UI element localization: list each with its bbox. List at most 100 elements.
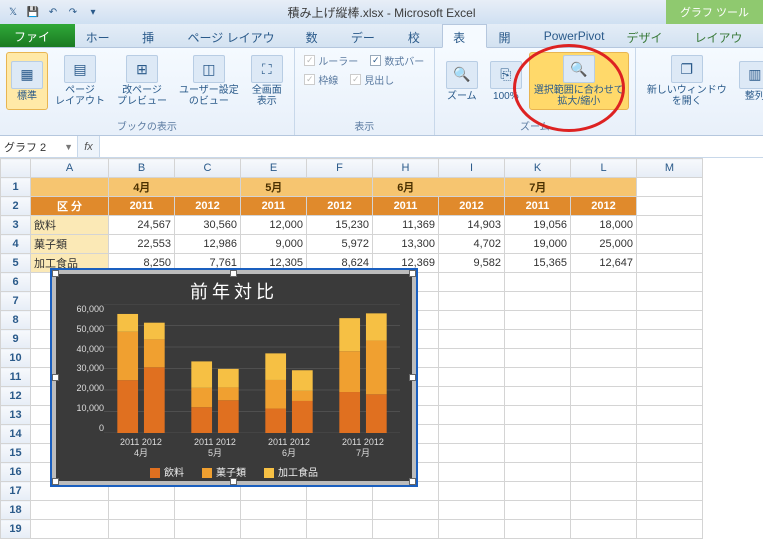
cell[interactable]	[637, 178, 703, 197]
col-header[interactable]: F	[307, 159, 373, 178]
cell[interactable]	[505, 501, 571, 520]
fx-icon[interactable]: fx	[78, 136, 100, 157]
cell[interactable]	[505, 444, 571, 463]
cell[interactable]: 24,567	[109, 216, 175, 235]
row-header[interactable]: 13	[1, 406, 31, 425]
cell[interactable]	[109, 520, 175, 539]
row-header[interactable]: 10	[1, 349, 31, 368]
cell[interactable]	[175, 501, 241, 520]
chart-legend[interactable]: 飲料 菓子類 加工食品	[56, 464, 412, 479]
col-header[interactable]: C	[175, 159, 241, 178]
row-header[interactable]: 11	[1, 368, 31, 387]
chart-title[interactable]: 前年対比	[56, 274, 412, 306]
cell[interactable]	[439, 349, 505, 368]
zoom-100-button[interactable]: ⎘100%	[485, 52, 527, 110]
cell[interactable]	[505, 387, 571, 406]
cell[interactable]	[373, 520, 439, 539]
cell[interactable]: 13,300	[373, 235, 439, 254]
cell[interactable]: 菓子類	[31, 235, 109, 254]
qat-customize-icon[interactable]: ▾	[84, 3, 102, 21]
view-normal-button[interactable]: ▦標準	[6, 52, 48, 110]
cell[interactable]	[505, 463, 571, 482]
row-header[interactable]: 1	[1, 178, 31, 197]
cell[interactable]: 9,000	[241, 235, 307, 254]
col-header[interactable]: L	[571, 159, 637, 178]
cell[interactable]: 15,230	[307, 216, 373, 235]
col-header[interactable]: I	[439, 159, 505, 178]
row-header[interactable]: 8	[1, 311, 31, 330]
cell[interactable]	[571, 349, 637, 368]
chk-headings[interactable]: ✓見出し	[350, 71, 394, 88]
cell[interactable]	[505, 273, 571, 292]
cell[interactable]	[439, 444, 505, 463]
resize-handle[interactable]	[230, 478, 237, 485]
row-header[interactable]: 9	[1, 330, 31, 349]
cell[interactable]	[571, 444, 637, 463]
zoom-button[interactable]: 🔍ズーム	[441, 52, 483, 110]
cell[interactable]	[241, 501, 307, 520]
zoom-to-selection-button[interactable]: 🔍選択範囲に合わせて 拡大/縮小	[529, 52, 629, 110]
cell[interactable]: 19,056	[505, 216, 571, 235]
cell[interactable]	[505, 406, 571, 425]
arrange-all-button[interactable]: ▥整列	[734, 52, 763, 110]
cell[interactable]	[31, 501, 109, 520]
cell[interactable]	[439, 292, 505, 311]
cell[interactable]	[505, 520, 571, 539]
cell[interactable]: 2011	[109, 197, 175, 216]
tab-developer[interactable]: 開発	[487, 24, 532, 47]
cell[interactable]	[571, 273, 637, 292]
cell[interactable]	[439, 520, 505, 539]
cell[interactable]	[571, 482, 637, 501]
cell[interactable]: 4月	[109, 178, 175, 197]
cell[interactable]: 2012	[571, 197, 637, 216]
resize-handle[interactable]	[52, 478, 59, 485]
cell[interactable]: 30,560	[175, 216, 241, 235]
chk-gridlines[interactable]: ✓枠線	[304, 71, 338, 88]
worksheet-grid[interactable]: ABCEFHIKLM14月5月6月7月2区 分20112012201120122…	[0, 158, 763, 555]
cell[interactable]: 6月	[373, 178, 439, 197]
cell[interactable]	[571, 292, 637, 311]
cell[interactable]	[637, 463, 703, 482]
cell[interactable]: 2011	[241, 197, 307, 216]
cell[interactable]: 22,553	[109, 235, 175, 254]
cell[interactable]	[439, 330, 505, 349]
cell[interactable]: 12,647	[571, 254, 637, 273]
cell[interactable]	[571, 368, 637, 387]
cell[interactable]: 12,986	[175, 235, 241, 254]
cell[interactable]: 2012	[175, 197, 241, 216]
tab-view[interactable]: 表示	[442, 24, 487, 48]
cell[interactable]	[307, 178, 373, 197]
cell[interactable]	[571, 178, 637, 197]
formula-input[interactable]	[100, 136, 763, 157]
row-header[interactable]: 19	[1, 520, 31, 539]
col-header[interactable]: A	[31, 159, 109, 178]
cell[interactable]: 25,000	[571, 235, 637, 254]
chart-plot-area[interactable]	[104, 304, 400, 433]
tab-layout[interactable]: レイアウト	[684, 24, 763, 47]
cell[interactable]	[439, 463, 505, 482]
row-header[interactable]: 15	[1, 444, 31, 463]
cell[interactable]	[571, 425, 637, 444]
cell[interactable]	[637, 197, 703, 216]
tab-home[interactable]: ホーム	[75, 24, 132, 47]
cell[interactable]: 12,000	[241, 216, 307, 235]
view-full-screen-button[interactable]: ⛶全画面 表示	[246, 52, 288, 110]
resize-handle[interactable]	[52, 374, 59, 381]
row-header[interactable]: 3	[1, 216, 31, 235]
cell[interactable]	[571, 463, 637, 482]
tab-powerpivot[interactable]: PowerPivot	[533, 24, 616, 47]
cell[interactable]: 7月	[505, 178, 571, 197]
cell[interactable]	[637, 235, 703, 254]
tab-page-layout[interactable]: ページ レイアウト	[176, 24, 294, 47]
col-header[interactable]: B	[109, 159, 175, 178]
cell[interactable]	[175, 520, 241, 539]
cell[interactable]: 2012	[307, 197, 373, 216]
row-header[interactable]: 14	[1, 425, 31, 444]
new-window-button[interactable]: ❐新しいウィンドウ を開く	[642, 52, 732, 110]
chevron-down-icon[interactable]: ▼	[64, 142, 73, 152]
cell[interactable]	[505, 368, 571, 387]
cell[interactable]	[439, 178, 505, 197]
cell[interactable]	[637, 425, 703, 444]
col-header[interactable]: E	[241, 159, 307, 178]
cell[interactable]	[637, 406, 703, 425]
